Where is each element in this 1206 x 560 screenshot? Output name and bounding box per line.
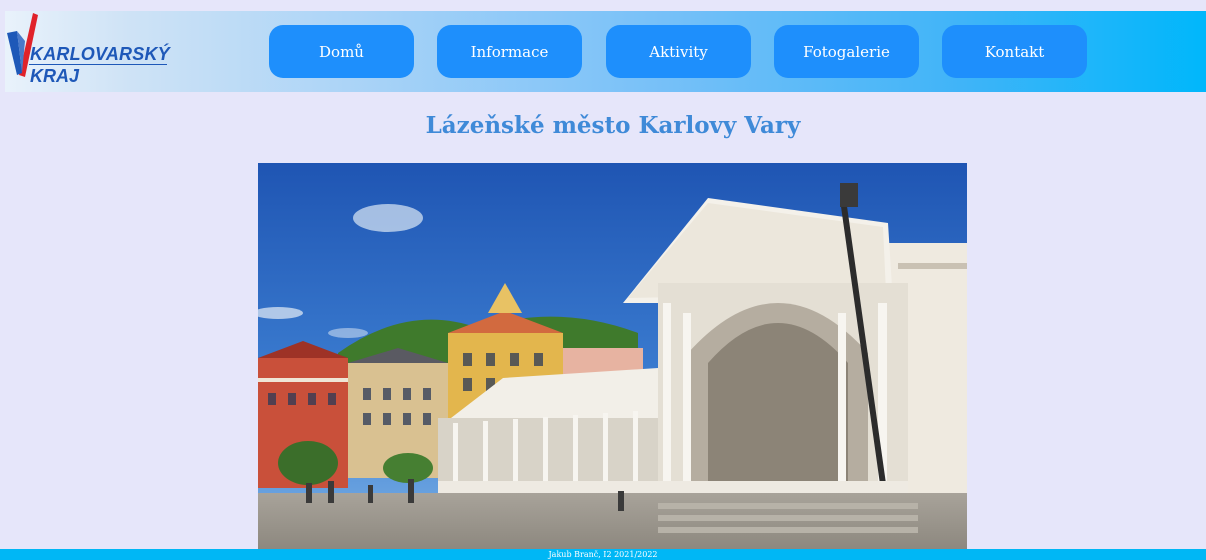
header-bar: KARLOVARSKÝ KRAJ Domů Informace Aktivity… — [5, 11, 1206, 92]
footer: Jakub Branč, I2 2021/2022 — [0, 549, 1206, 560]
nav-button-fotogalerie[interactable]: Fotogalerie — [774, 25, 919, 78]
logo-divider — [29, 64, 167, 65]
nav-button-kontakt[interactable]: Kontakt — [942, 25, 1087, 78]
nav-button-aktivity[interactable]: Aktivity — [606, 25, 751, 78]
logo-text-karlovarsky: KARLOVARSKÝ — [30, 44, 170, 64]
nav-button-informace[interactable]: Informace — [437, 25, 582, 78]
karlovarsky-kraj-logo[interactable]: KARLOVARSKÝ KRAJ — [5, 11, 175, 92]
nav-button-domu[interactable]: Domů — [269, 25, 414, 78]
logo-text-kraj: KRAJ — [30, 66, 80, 86]
colonnade-photo — [258, 163, 967, 549]
page-title: Lázeňské město Karlovy Vary — [425, 112, 801, 139]
page: KARLOVARSKÝ KRAJ Domů Informace Aktivity… — [0, 0, 1206, 560]
